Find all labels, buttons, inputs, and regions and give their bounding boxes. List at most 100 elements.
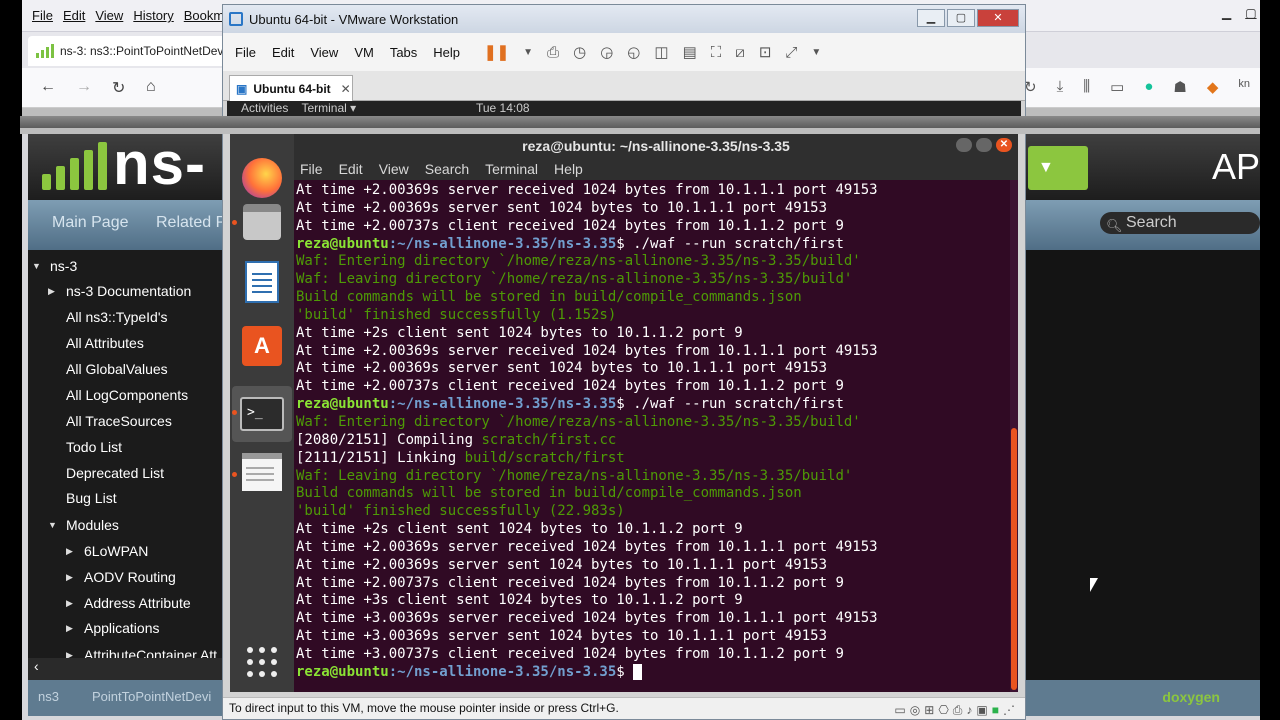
- terminal-scrollbar[interactable]: [1010, 180, 1018, 692]
- library-view-icon[interactable]: ◫: [654, 43, 668, 61]
- unity-icon[interactable]: ⧄: [735, 44, 745, 61]
- message-icon[interactable]: ■: [992, 700, 999, 720]
- ff-menu-file[interactable]: File: [32, 8, 53, 23]
- metamask-icon[interactable]: ◆: [1207, 78, 1219, 96]
- usb-icon[interactable]: ⎔: [938, 700, 948, 720]
- sidebar-item-todo[interactable]: Todo List: [66, 439, 122, 455]
- terminal-output[interactable]: At time +2.00369s server received 1024 b…: [294, 180, 1010, 692]
- sidebar-module-6lowpan[interactable]: ▶ 6LoWPAN: [66, 543, 148, 559]
- term-menu-search[interactable]: Search: [425, 158, 469, 180]
- resize-grip-icon[interactable]: ⋰: [1003, 700, 1015, 720]
- stretch-icon[interactable]: ⤢: [785, 44, 797, 61]
- sidebar-item-label: 6LoWPAN: [84, 543, 149, 559]
- download-icon[interactable]: ⤓: [1057, 78, 1064, 96]
- sidebar-item-bugs[interactable]: Bug List: [66, 490, 117, 506]
- vm-menu-file[interactable]: File: [235, 45, 256, 60]
- vm-menu-vm[interactable]: VM: [354, 45, 374, 60]
- extension-icon[interactable]: ☗: [1173, 78, 1186, 96]
- thumbnail-view-icon[interactable]: ▤: [683, 43, 697, 61]
- terminal-prompt-line[interactable]: reza@ubuntu:~/ns-allinone-3.35/ns-3.35$: [296, 663, 1010, 682]
- home-icon[interactable]: ⌂: [146, 78, 156, 96]
- full-screen-icon[interactable]: ⛶: [711, 44, 722, 61]
- text-editor-dock-icon[interactable]: [240, 450, 284, 494]
- vm-menu-edit[interactable]: Edit: [272, 45, 294, 60]
- dropdown-icon[interactable]: ▼: [523, 47, 533, 58]
- grammarly-icon[interactable]: ●: [1144, 78, 1153, 96]
- sidebar-item-modules[interactable]: ▼ Modules: [48, 517, 119, 533]
- term-menu-help[interactable]: Help: [554, 158, 583, 180]
- ff-toolbar-icons: ↻ ⤓ ⫼ ▭ ● ☗ ◆ kn: [1024, 78, 1250, 96]
- sidebar-icon[interactable]: ▭: [1110, 78, 1124, 96]
- vm-maximize-button[interactable]: ▢: [947, 9, 975, 27]
- firefox-icon: [242, 158, 282, 198]
- sidebar-item-documentation[interactable]: ▶ ns-3 Documentation: [48, 283, 191, 299]
- terminal-scrollbar-thumb[interactable]: [1011, 428, 1017, 690]
- pause-icon[interactable]: ❚❚: [484, 43, 509, 61]
- sidebar-module-address-attribute[interactable]: ▶ Address Attribute: [66, 595, 191, 611]
- reload-icon[interactable]: ↻: [112, 78, 125, 98]
- close-icon[interactable]: ✕: [341, 82, 351, 96]
- term-menu-terminal[interactable]: Terminal: [485, 158, 538, 180]
- ff-tab-ns3[interactable]: ns-3: ns3::PointToPointNetDevi: [28, 36, 228, 66]
- tab-related-pages[interactable]: Related P: [156, 214, 226, 232]
- vm-menu-view[interactable]: View: [310, 45, 338, 60]
- sidebar-item-globalvalues[interactable]: All GlobalValues: [66, 361, 168, 377]
- writer-dock-icon[interactable]: [240, 260, 284, 304]
- breadcrumb-netdevice[interactable]: PointToPointNetDevi: [92, 689, 211, 704]
- sidebar-item-attributes[interactable]: All Attributes: [66, 335, 144, 351]
- vm-tab-ubuntu[interactable]: ▣ Ubuntu 64-bit ✕: [229, 75, 353, 101]
- terminal-close-button[interactable]: ✕: [996, 138, 1012, 152]
- sidebar-module-applications[interactable]: ▶ Applications: [66, 620, 160, 636]
- sidebar-item-typeids[interactable]: All ns3::TypeId's: [66, 309, 168, 325]
- ff-menu-history[interactable]: History: [133, 8, 173, 23]
- show-apps-button[interactable]: [240, 640, 284, 684]
- files-dock-icon[interactable]: [240, 200, 284, 244]
- ns3-dropdown-button[interactable]: ▼: [1028, 146, 1088, 190]
- terminal-minimize-button[interactable]: [956, 138, 972, 152]
- sidebar-root[interactable]: ▼ ns-3: [32, 258, 77, 274]
- chevron-left-icon[interactable]: ‹: [34, 658, 39, 674]
- breadcrumb-ns3[interactable]: ns3: [38, 689, 59, 704]
- send-keys-icon[interactable]: ⎙: [547, 44, 559, 61]
- vm-menu-help[interactable]: Help: [433, 45, 460, 60]
- back-arrow-icon[interactable]: ←: [40, 78, 56, 96]
- ff-menu-edit[interactable]: Edit: [63, 8, 85, 23]
- ff-minimize-button[interactable]: ▁: [1222, 6, 1231, 20]
- dropdown-icon[interactable]: ▼: [811, 47, 821, 58]
- sound-icon[interactable]: ♪: [966, 700, 972, 720]
- sidebar-item-logcomponents[interactable]: All LogComponents: [66, 387, 188, 403]
- doxygen-logo[interactable]: doxygen: [1162, 689, 1220, 705]
- console-view-icon[interactable]: ⊡: [759, 43, 772, 61]
- snapshot-manager-icon[interactable]: ◵: [627, 43, 640, 61]
- library-icon[interactable]: ⫼: [1083, 78, 1090, 96]
- terminal-dock-icon[interactable]: >_: [232, 386, 292, 442]
- revert-snapshot-icon[interactable]: ◶: [600, 43, 613, 61]
- ff-maximize-button[interactable]: ▢: [1245, 6, 1256, 20]
- cdrom-icon[interactable]: ◎: [910, 700, 920, 720]
- tab-main-page[interactable]: Main Page: [52, 214, 129, 232]
- display-icon[interactable]: ▣: [976, 700, 987, 720]
- sidebar-item-deprecated[interactable]: Deprecated List: [66, 465, 164, 481]
- terminal-line: At time +2.00369s server sent 1024 bytes…: [296, 360, 828, 377]
- firefox-dock-icon[interactable]: [240, 156, 284, 200]
- hdd-icon[interactable]: ▭: [894, 700, 905, 720]
- software-dock-icon[interactable]: A: [240, 324, 284, 368]
- sidebar-scrollbar[interactable]: ‹: [28, 658, 222, 680]
- vm-close-button[interactable]: ✕: [977, 9, 1019, 27]
- snapshot-icon[interactable]: ◷: [573, 43, 586, 61]
- term-menu-edit[interactable]: Edit: [339, 158, 363, 180]
- terminal-maximize-button[interactable]: [976, 138, 992, 152]
- vm-minimize-button[interactable]: ▁: [917, 9, 945, 27]
- ns3-search-input[interactable]: 🔍︎ Search: [1100, 212, 1260, 234]
- sidebar-item-tracesources[interactable]: All TraceSources: [66, 413, 172, 429]
- forward-arrow-icon[interactable]: →: [76, 78, 92, 96]
- network-icon[interactable]: ⊞: [924, 700, 934, 720]
- printer-icon[interactable]: ⎙: [953, 700, 963, 720]
- vm-menu-tabs[interactable]: Tabs: [390, 45, 417, 60]
- term-menu-file[interactable]: File: [300, 158, 323, 180]
- sidebar-module-aodv[interactable]: ▶ AODV Routing: [66, 569, 176, 585]
- ns3-search-placeholder: Search: [1126, 214, 1177, 231]
- ns3-logo[interactable]: ns-: [42, 134, 206, 194]
- term-menu-view[interactable]: View: [379, 158, 409, 180]
- ff-menu-view[interactable]: View: [95, 8, 123, 23]
